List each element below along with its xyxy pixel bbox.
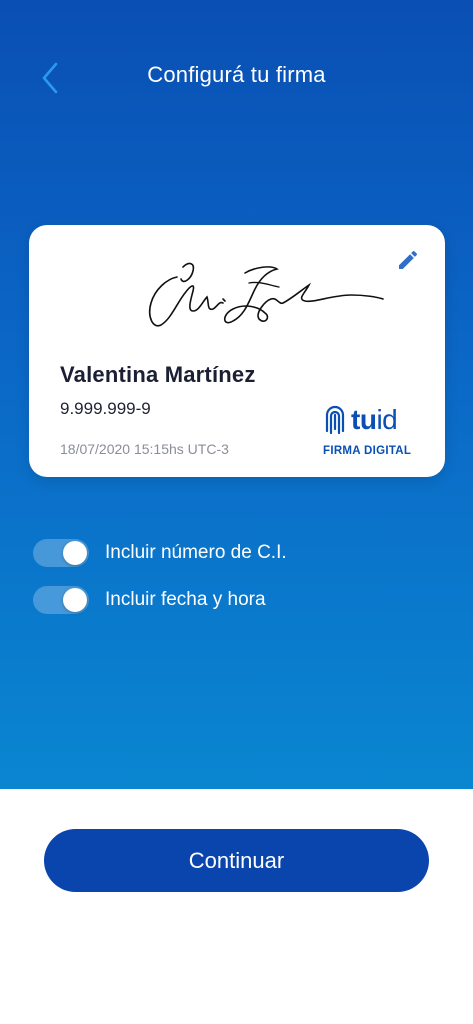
toggle-knob: [63, 541, 87, 565]
pencil-icon: [399, 250, 418, 269]
signature-image: [148, 262, 384, 327]
toggle-switch-datetime[interactable]: [33, 586, 89, 614]
page-title: Configurá tu firma: [147, 62, 326, 87]
signer-ci: 9.999.999-9: [60, 399, 151, 418]
edit-signature-button[interactable]: [393, 245, 423, 275]
signature-card: Valentina Martínez 9.999.999-9 18/07/202…: [29, 225, 445, 477]
signature-timestamp: 18/07/2020 15:15hs UTC-3: [60, 441, 229, 457]
tuid-wordmark: tuid: [351, 404, 398, 435]
toggle-switch-ci[interactable]: [33, 539, 89, 567]
tuid-subtitle: FIRMA DIGITAL: [323, 445, 412, 457]
fingerprint-icon: [325, 405, 345, 435]
toggle-knob: [63, 588, 87, 612]
toggle-include-datetime[interactable]: Incluir fecha y hora: [33, 586, 266, 614]
toggle-label-ci: Incluir número de C.I.: [105, 542, 287, 563]
toggle-include-ci[interactable]: Incluir número de C.I.: [33, 539, 287, 567]
toggle-label-datetime: Incluir fecha y hora: [105, 589, 266, 610]
tuid-logo: tuid FIRMA DIGITAL: [323, 403, 415, 461]
signer-name: Valentina Martínez: [60, 362, 256, 387]
continue-button[interactable]: Continuar: [44, 829, 429, 892]
